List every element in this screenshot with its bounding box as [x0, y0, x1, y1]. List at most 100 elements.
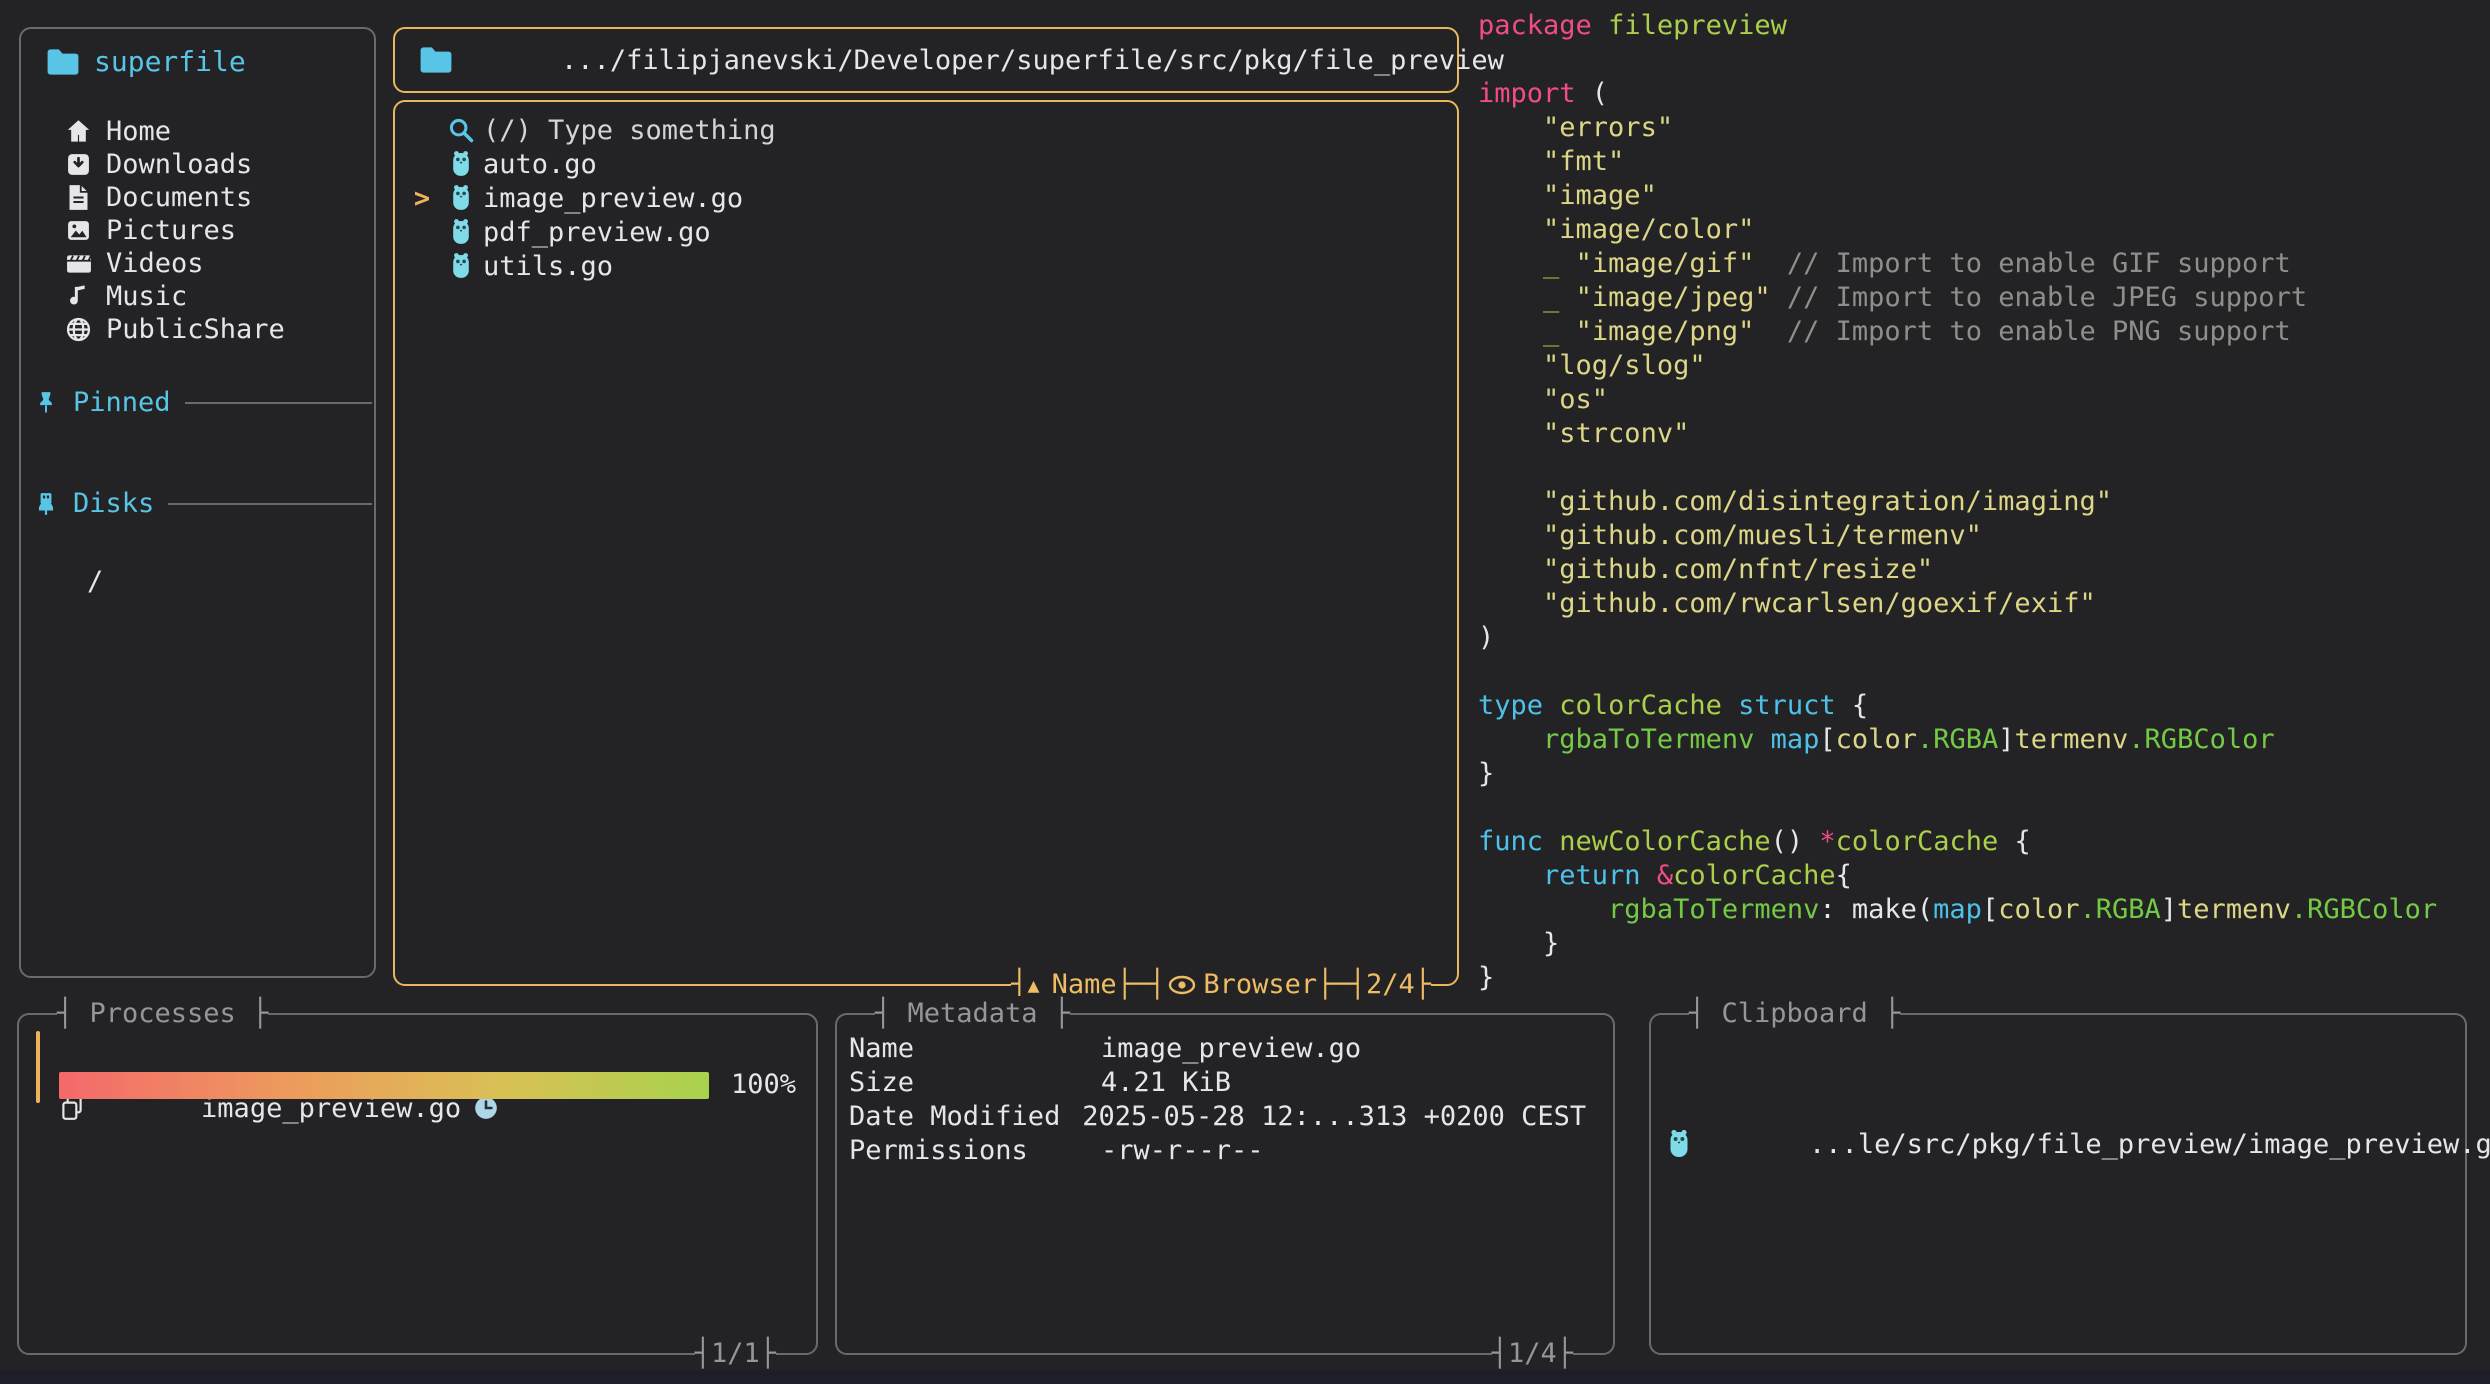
clipboard-item[interactable]: ...le/src/pkg/file_preview/image_preview…	[1667, 1067, 2490, 1221]
code-line: "github.com/nfnt/resize"	[1478, 553, 2490, 587]
code-line	[1478, 451, 2490, 485]
view-mode-label[interactable]: Browser	[1203, 967, 1317, 1003]
go-file-icon	[1667, 1067, 1797, 1221]
process-progress-bar	[59, 1072, 709, 1099]
metadata-value: 2025-05-28 12:...313 +0200 CEST	[1082, 1100, 1586, 1134]
go-file-icon	[439, 252, 483, 280]
file-page-indicator: 2/4	[1366, 967, 1415, 1003]
footer-joiner: ├─┤	[1317, 967, 1366, 1003]
code-line: type colorCache struct {	[1478, 689, 2490, 723]
process-percent: 100%	[731, 1068, 796, 1102]
sidebar: superfile HomeDownloadsDocumentsPictures…	[19, 27, 376, 978]
sidebar-item-label: PublicShare	[106, 314, 285, 345]
code-line: }	[1478, 757, 2490, 791]
sidebar-item-label: Documents	[106, 182, 252, 213]
sidebar-item-root-disk[interactable]: /	[87, 565, 103, 599]
clipboard-title: ┤ Clipboard ├	[1689, 996, 1900, 1032]
processes-panel: ┤ Processes ├ image_preview.go 100% ┤1/1…	[17, 1013, 818, 1355]
clock-icon	[473, 1033, 603, 1183]
disks-section-header: Disks	[33, 488, 386, 519]
file-row-utils.go[interactable]: >utils.go	[395, 249, 1457, 283]
code-line: _ "image/gif" // Import to enable GIF su…	[1478, 247, 2490, 281]
code-line: rgbaToTermenv: make(map[color.RGBA]terme…	[1478, 893, 2490, 927]
sidebar-item-label: Music	[106, 281, 187, 312]
file-list: >auto.go>image_preview.go>pdf_preview.go…	[395, 147, 1457, 283]
copy-icon	[59, 1032, 189, 1184]
sidebar-item-videos[interactable]: Videos	[21, 247, 374, 280]
file-preview-code: package filepreviewimport ( "errors" "fm…	[1478, 9, 2490, 995]
downloads-icon	[65, 152, 92, 177]
sidebar-item-downloads[interactable]: Downloads	[21, 148, 374, 181]
sidebar-item-label: Pictures	[106, 215, 236, 246]
sidebar-item-publicshare[interactable]: PublicShare	[21, 313, 374, 346]
metadata-page-indicator: ┤1/4├	[1492, 1336, 1573, 1372]
process-item[interactable]: image_preview.go	[59, 1032, 603, 1184]
globe-icon	[65, 316, 92, 343]
sidebar-item-label: Downloads	[106, 149, 252, 180]
clipboard-panel: ┤ Clipboard ├ ...le/src/pkg/file_preview…	[1649, 1013, 2467, 1355]
sidebar-item-home[interactable]: Home	[21, 115, 374, 148]
metadata-row-date-modified: Date Modified2025-05-28 12:...313 +0200 …	[849, 1100, 1586, 1134]
file-name: auto.go	[483, 149, 597, 180]
disk-icon	[33, 491, 59, 517]
sidebar-item-documents[interactable]: Documents	[21, 181, 374, 214]
footer-joiner: ├─┤	[1117, 967, 1166, 1003]
code-line: "image"	[1478, 179, 2490, 213]
metadata-value: 4.21 KiB	[1101, 1066, 1231, 1100]
metadata-label: Size	[849, 1066, 1101, 1100]
search-placeholder: (/) Type something	[483, 115, 776, 146]
app-title-label: superfile	[94, 45, 246, 78]
music-icon	[65, 284, 92, 310]
metadata-label: Date Modified	[849, 1100, 1082, 1134]
metadata-label: Permissions	[849, 1134, 1101, 1168]
videos-icon	[65, 252, 92, 276]
search-icon	[439, 116, 483, 144]
pictures-icon	[65, 218, 92, 243]
code-line: )	[1478, 621, 2490, 655]
search-input[interactable]: (/) Type something	[395, 113, 1457, 147]
file-panel-footer: ┤▲ Name├─┤Browser├─┤2/4├	[1011, 967, 1431, 1003]
code-line: "fmt"	[1478, 145, 2490, 179]
go-file-icon	[439, 150, 483, 178]
current-path: .../filipjanevski/Developer/superfile/sr…	[561, 45, 1504, 76]
go-file-icon	[439, 184, 483, 212]
file-row-image_preview.go[interactable]: >image_preview.go	[395, 181, 1457, 215]
code-line	[1478, 791, 2490, 825]
file-row-auto.go[interactable]: >auto.go	[395, 147, 1457, 181]
metadata-value: image_preview.go	[1101, 1032, 1361, 1066]
sidebar-item-music[interactable]: Music	[21, 280, 374, 313]
sidebar-item-label: Videos	[106, 248, 204, 279]
code-line: }	[1478, 961, 2490, 995]
sidebar-item-pictures[interactable]: Pictures	[21, 214, 374, 247]
terminal-bottom-edge	[0, 1370, 2490, 1384]
processes-title: ┤ Processes ├	[57, 996, 268, 1032]
file-name: pdf_preview.go	[483, 217, 711, 248]
path-bar[interactable]: .../filipjanevski/Developer/superfile/sr…	[393, 27, 1459, 93]
home-icon	[65, 118, 92, 145]
app-title: superfile	[46, 45, 246, 78]
pinned-divider	[185, 402, 372, 404]
code-line: "log/slog"	[1478, 349, 2490, 383]
file-name: utils.go	[483, 251, 613, 282]
processes-page-indicator: ┤1/1├	[695, 1336, 776, 1372]
code-line: "errors"	[1478, 111, 2490, 145]
metadata-row-size: Size4.21 KiB	[849, 1066, 1586, 1100]
go-file-icon	[439, 218, 483, 246]
code-line: _ "image/jpeg" // Import to enable JPEG …	[1478, 281, 2490, 315]
metadata-label: Name	[849, 1032, 1101, 1066]
process-selection-bar	[36, 1031, 40, 1103]
sidebar-item-label: Home	[106, 116, 171, 147]
file-row-pdf_preview.go[interactable]: >pdf_preview.go	[395, 215, 1457, 249]
pinned-section-header: Pinned	[33, 387, 386, 418]
sidebar-nav: HomeDownloadsDocumentsPicturesVideosMusi…	[21, 115, 374, 346]
file-name: image_preview.go	[483, 183, 743, 214]
documents-icon	[65, 184, 92, 211]
code-line	[1478, 655, 2490, 689]
code-line: "image/color"	[1478, 213, 2490, 247]
code-line: "strconv"	[1478, 417, 2490, 451]
code-line: "github.com/disintegration/imaging"	[1478, 485, 2490, 519]
code-line: "github.com/rwcarlsen/goexif/exif"	[1478, 587, 2490, 621]
code-line: package filepreview	[1478, 9, 2490, 43]
code-line: return &colorCache{	[1478, 859, 2490, 893]
metadata-title: ┤ Metadata ├	[875, 996, 1070, 1032]
